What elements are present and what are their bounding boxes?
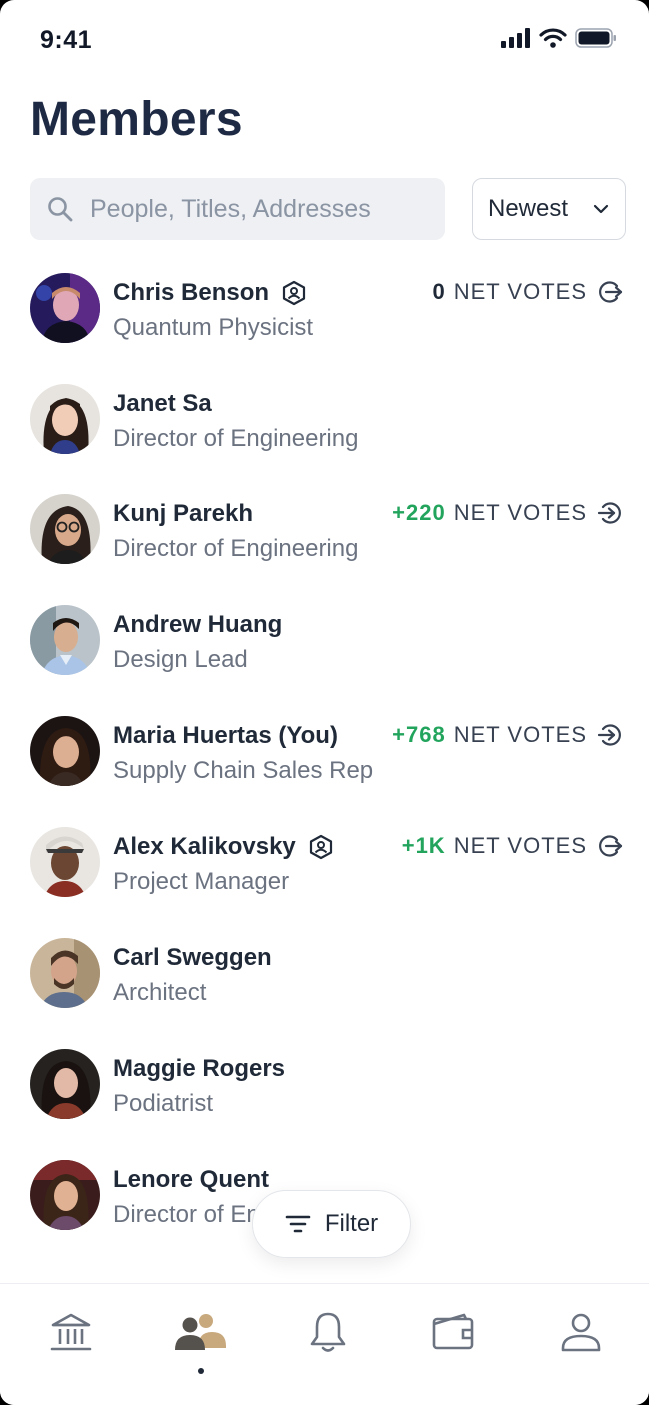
member-title: Director of Engineering [113,425,359,452]
status-icons [501,28,617,48]
member-name: Maggie Rogers [113,1055,286,1082]
search-input[interactable] [90,194,420,224]
tab-wallet[interactable] [423,1302,483,1362]
member-row[interactable]: Andrew Huang Design Lead [0,597,649,687]
tab-profile[interactable] [551,1302,611,1362]
avatar [30,1049,100,1119]
profile-icon [561,1313,601,1352]
vote-label: NET VOTES [453,279,587,304]
vote-label: NET VOTES [453,833,587,858]
filter-button[interactable]: Filter [252,1190,411,1258]
members-icon [175,1314,226,1350]
member-title: Architect [113,979,207,1006]
net-votes[interactable]: +1K NET VOTES [402,833,623,859]
tab-governance[interactable] [41,1302,101,1362]
member-name-row: Andrew Huang [113,611,282,639]
bank-icon [50,1313,92,1351]
sort-dropdown[interactable]: Newest [472,178,626,240]
member-name-row: Kunj Parekh [113,500,253,528]
member-name: Alex Kalikovsky [113,833,296,860]
battery-icon [575,28,616,48]
filter-label: Filter [324,1210,379,1237]
vote-label: NET VOTES [453,722,587,747]
vote-count: +768 [392,722,446,747]
arrow-right-circle-icon [599,281,623,303]
avatar [30,494,100,564]
vote-count: 0 [432,279,446,304]
active-tab-indicator [198,1368,204,1374]
vote-label: NET VOTES [453,500,587,525]
filter-icon [285,1215,311,1233]
member-title: Quantum Physicist [113,314,314,341]
member-title: Podiatrist [113,1090,214,1117]
net-votes[interactable]: +220 NET VOTES [392,500,623,526]
member-row[interactable]: Alex Kalikovsky Project Manager +1K NET … [0,819,649,909]
member-title: Supply Chain Sales Rep [113,757,374,784]
member-name-row: Chris Benson [113,279,307,307]
net-votes[interactable]: 0 NET VOTES [432,279,623,305]
member-name-row: Alex Kalikovsky [113,833,334,861]
member-row[interactable]: Chris Benson Quantum Physicist 0 NET VOT… [0,265,649,355]
vote-count: +220 [392,500,446,525]
tab-notifications[interactable] [298,1302,358,1362]
member-title: Design Lead [113,646,248,673]
member-name: Carl Sweggen [113,944,272,971]
member-row[interactable]: Kunj Parekh Director of Engineering +220… [0,486,649,576]
avatar [30,273,100,343]
member-name: Chris Benson [113,279,270,306]
app-screen: 9:41 Members Newest [0,0,649,1405]
member-title: Director of Engineering [113,535,359,562]
status-time: 9:41 [40,26,93,54]
tab-members[interactable] [170,1302,230,1362]
member-name: Andrew Huang [113,611,283,638]
member-row[interactable]: Maria Huertas (You) Supply Chain Sales R… [0,708,649,798]
avatar [30,827,100,897]
avatar [30,384,100,454]
member-name: Janet Sa [113,390,212,417]
wallet-icon [432,1313,474,1350]
avatar [30,716,100,786]
member-row[interactable]: Maggie Rogers Podiatrist [0,1041,649,1131]
member-name: Kunj Parekh [113,500,254,527]
arrow-in-circle-icon [597,502,621,524]
member-name-row: Carl Sweggen [113,944,272,972]
sort-selected: Newest [488,195,569,222]
moderator-badge-icon [282,280,306,306]
page-title: Members [30,93,243,146]
net-votes[interactable]: +768 NET VOTES [392,722,623,748]
member-name: Maria Huertas (You) [113,722,338,749]
vote-count: +1K [401,833,446,858]
wifi-icon [539,28,567,48]
tab-bar [0,1283,649,1405]
member-name-row: Janet Sa [113,390,212,418]
member-name-row: Maggie Rogers [113,1055,285,1083]
search-bar[interactable] [30,178,445,240]
member-title: Project Manager [113,868,290,895]
arrow-right-circle-icon [599,835,623,857]
avatar [30,1160,100,1230]
chevron-down-icon [593,204,609,214]
member-name-row: Maria Huertas (You) [113,722,338,750]
avatar [30,605,100,675]
member-row[interactable]: Carl Sweggen Architect [0,930,649,1020]
member-row[interactable]: Janet Sa Director of Engineering [0,376,649,466]
search-icon [48,197,73,222]
member-name-row: Lenore Quent [113,1166,269,1194]
bell-icon [310,1312,346,1352]
signal-icon [501,28,530,48]
avatar [30,938,100,1008]
arrow-in-circle-icon [597,724,621,746]
member-name: Lenore Quent [113,1166,270,1193]
moderator-badge-icon [309,834,332,860]
